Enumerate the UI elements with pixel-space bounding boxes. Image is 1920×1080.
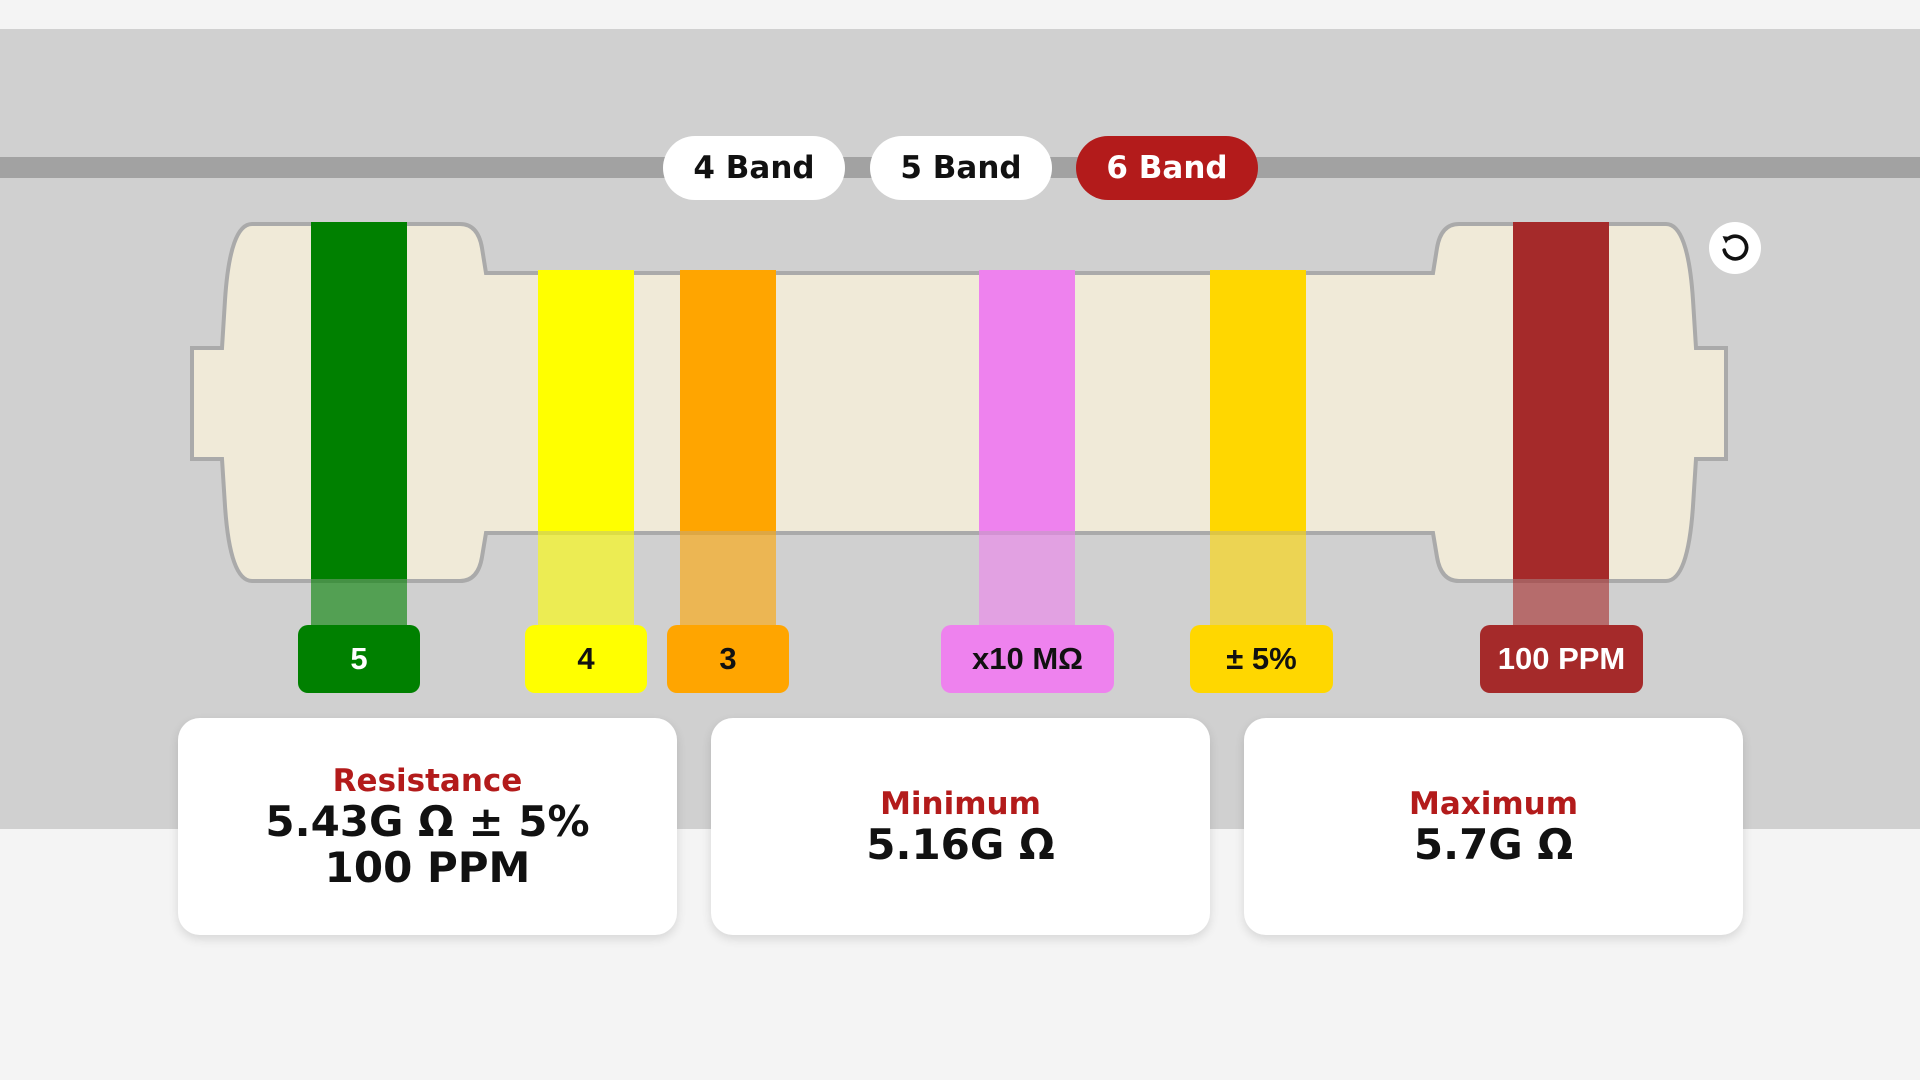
resistor-body <box>190 222 1728 583</box>
minimum-value: 5.16G Ω <box>866 819 1055 869</box>
band-count-tabs: 4 Band 5 Band 6 Band <box>0 136 1920 200</box>
tab-6-band[interactable]: 6 Band <box>1076 136 1258 200</box>
resistance-card: Resistance 5.43G Ω ± 5% 100 PPM <box>178 718 677 935</box>
band-tempco-label[interactable]: 100 PPM <box>1480 625 1643 693</box>
band-tolerance-label[interactable]: ± 5% <box>1190 625 1333 693</box>
band-tempco[interactable] <box>1513 222 1609 579</box>
maximum-card: Maximum 5.7G Ω <box>1244 718 1743 935</box>
band-tempco-connector <box>1513 579 1609 627</box>
reset-button[interactable] <box>1709 222 1761 274</box>
band-1-label[interactable]: 5 <box>298 625 420 693</box>
tab-5-band[interactable]: 5 Band <box>870 136 1052 200</box>
band-3[interactable] <box>680 270 776 531</box>
band-multiplier-label[interactable]: x10 MΩ <box>941 625 1114 693</box>
minimum-title: Minimum <box>880 785 1041 822</box>
band-3-connector <box>680 531 776 627</box>
maximum-value: 5.7G Ω <box>1413 819 1574 869</box>
band-2[interactable] <box>538 270 634 531</box>
band-1[interactable] <box>311 222 407 579</box>
tab-4-band[interactable]: 4 Band <box>663 136 845 200</box>
band-multiplier-connector <box>979 531 1075 627</box>
resistance-title: Resistance <box>332 762 523 799</box>
band-tolerance-connector <box>1210 531 1306 627</box>
maximum-title: Maximum <box>1408 785 1579 822</box>
band-multiplier[interactable] <box>979 270 1075 531</box>
resistance-value: 5.43G Ω ± 5% <box>265 796 590 846</box>
minimum-card: Minimum 5.16G Ω <box>711 718 1210 935</box>
band-2-label[interactable]: 4 <box>525 625 647 693</box>
band-1-connector <box>311 579 407 627</box>
band-tolerance[interactable] <box>1210 270 1306 531</box>
band-2-connector <box>538 531 634 627</box>
resistance-tempco: 100 PPM <box>324 842 531 892</box>
band-3-label[interactable]: 3 <box>667 625 789 693</box>
reset-icon <box>1722 234 1749 261</box>
